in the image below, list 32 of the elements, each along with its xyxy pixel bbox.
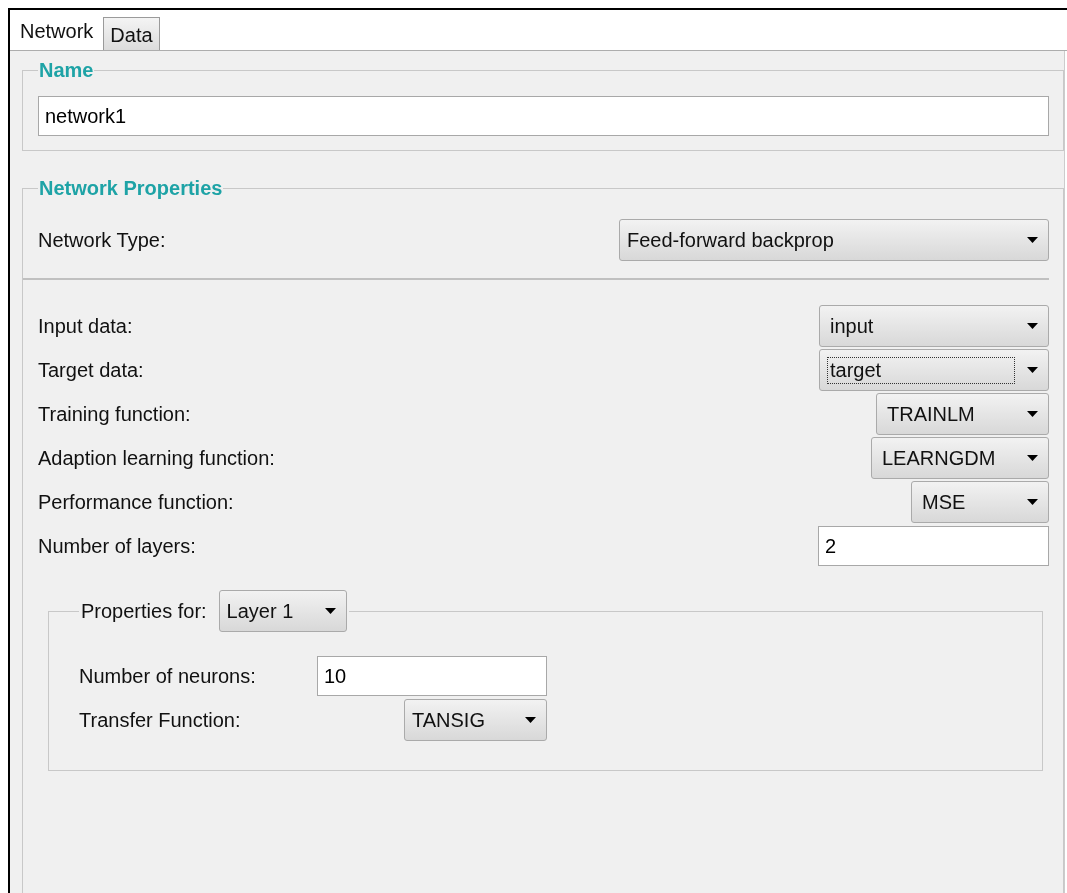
field-label: Input data:: [38, 314, 133, 338]
caret-icon: [1027, 237, 1038, 243]
caret-icon: [525, 717, 536, 723]
group-title: Name: [38, 59, 95, 82]
dropdown[interactable]: MSE: [911, 481, 1049, 523]
caret-icon: [1027, 499, 1038, 505]
legend-label: Properties for:: [81, 599, 207, 623]
input-field[interactable]: 10: [317, 656, 547, 696]
dropdown[interactable]: input: [819, 305, 1049, 347]
name-field[interactable]: network1: [38, 96, 1049, 136]
network-type-dropdown[interactable]: Feed-forward backprop: [619, 219, 1049, 261]
field-label: Target data:: [38, 358, 144, 382]
field-label: Number of layers:: [38, 534, 196, 558]
dropdown[interactable]: LEARNGDM: [871, 437, 1049, 479]
field-label: Number of neurons:: [79, 664, 257, 688]
field-label: Network Type:: [38, 228, 166, 252]
tab[interactable]: Data: [103, 17, 160, 50]
layer-dropdown[interactable]: Layer 1: [218, 590, 347, 632]
field-label: Adaption learning function:: [38, 446, 275, 470]
field-label: Training function:: [38, 402, 191, 426]
dropdown[interactable]: target: [819, 349, 1049, 391]
dropdown[interactable]: TRAINLM: [876, 393, 1049, 435]
group-title: Network Properties: [38, 177, 224, 200]
caret-icon: [1027, 367, 1038, 373]
caret-icon: [1027, 323, 1038, 329]
dropdown[interactable]: TANSIG: [404, 699, 547, 741]
caret-icon: [1027, 411, 1038, 417]
field-label: Transfer Function:: [79, 708, 242, 732]
caret-icon: [1027, 455, 1038, 461]
caret-icon: [324, 608, 336, 614]
input-field[interactable]: 2: [818, 526, 1049, 566]
field-label: Performance function:: [38, 490, 234, 514]
